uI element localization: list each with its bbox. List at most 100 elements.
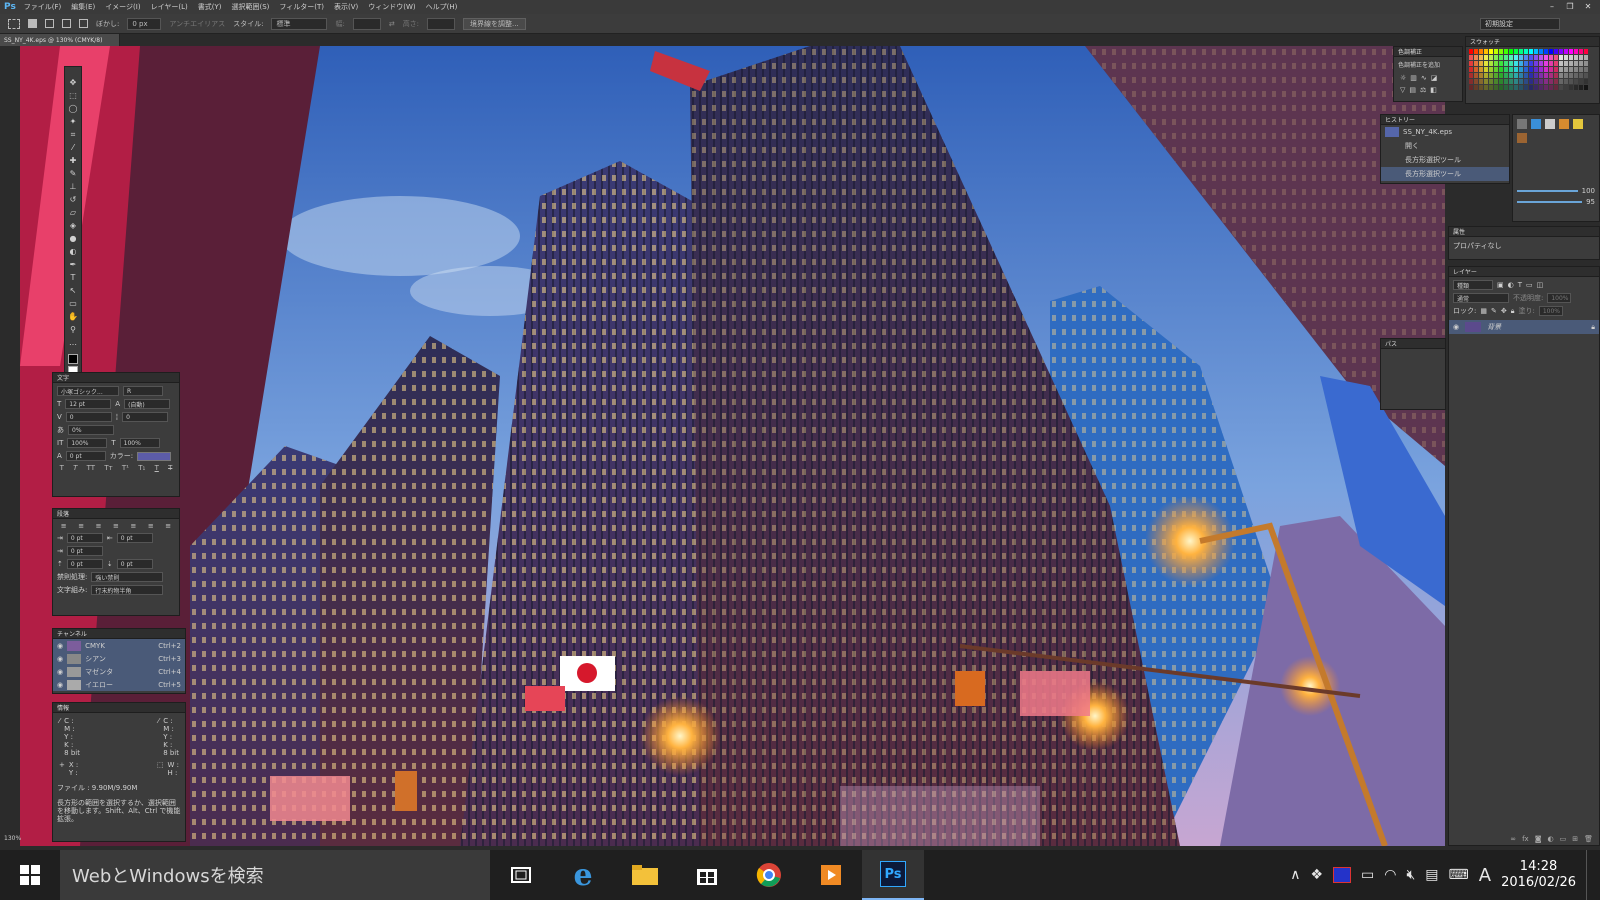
swatch-color[interactable] (1544, 61, 1548, 66)
swatch-color[interactable] (1529, 61, 1533, 66)
history-brush-tool-icon[interactable]: ↺ (67, 194, 79, 205)
swatch-color[interactable] (1539, 67, 1543, 72)
swatch-color[interactable] (1579, 49, 1583, 54)
opacity-input[interactable]: 100% (1547, 293, 1572, 303)
touch-keyboard-icon[interactable]: ⌨ (1449, 867, 1469, 883)
path-select-tool-icon[interactable]: ↖ (67, 285, 79, 296)
type-tool-icon[interactable]: T (67, 272, 79, 283)
swatch-color[interactable] (1574, 85, 1578, 90)
ime-indicator[interactable]: A (1479, 865, 1491, 886)
new-adjustment-icon[interactable]: ◐ (1548, 835, 1554, 843)
swatch-color[interactable] (1494, 67, 1498, 72)
swatch-color[interactable] (1514, 55, 1518, 60)
exposure-icon[interactable]: ◪ (1431, 74, 1438, 82)
swatch-color[interactable] (1509, 73, 1513, 78)
swatch-color[interactable] (1499, 55, 1503, 60)
swatch-color[interactable] (1534, 49, 1538, 54)
swatch-color[interactable] (1554, 55, 1558, 60)
swatch-color[interactable] (1539, 49, 1543, 54)
healing-brush-tool-icon[interactable]: ✚ (67, 155, 79, 166)
swatch-color[interactable] (1579, 55, 1583, 60)
hue-sat-icon[interactable]: ▤ (1409, 86, 1416, 94)
indent-left-input[interactable]: 0 pt (66, 533, 103, 543)
restore-icon[interactable]: ❐ (1564, 1, 1576, 11)
swatch-color[interactable] (1524, 55, 1528, 60)
visibility-eye-icon[interactable]: ◉ (57, 642, 63, 650)
swatch-color[interactable] (1554, 73, 1558, 78)
swatch-color[interactable] (1489, 67, 1493, 72)
foreground-color-swatch[interactable] (68, 354, 78, 364)
swatch-color[interactable] (1494, 79, 1498, 84)
swatch-color[interactable] (1529, 67, 1533, 72)
swatch-color[interactable] (1529, 73, 1533, 78)
swatch-color[interactable] (1549, 73, 1553, 78)
filter-adjust-icon[interactable]: ◐ (1508, 281, 1514, 289)
document-canvas[interactable] (20, 46, 1445, 846)
swatch-color[interactable] (1509, 55, 1513, 60)
add-mask-icon[interactable]: ◙ (1535, 835, 1542, 843)
swatch-color[interactable] (1479, 79, 1483, 84)
task-view-icon[interactable] (490, 850, 552, 900)
swatch-color[interactable] (1554, 85, 1558, 90)
baseline-input[interactable]: 0 pt (65, 451, 106, 461)
shape-tool-icon[interactable]: ▭ (67, 298, 79, 309)
levels-icon[interactable]: ▥ (1410, 74, 1417, 82)
swatch-color[interactable] (1554, 67, 1558, 72)
swatch-color[interactable] (1559, 61, 1563, 66)
kinsoku-select[interactable]: 強い禁則 (91, 572, 164, 582)
swatch-color[interactable] (1489, 55, 1493, 60)
document-tab[interactable]: SS_NY_4K.eps @ 130% (CMYK/8) (0, 34, 120, 46)
swatch-color[interactable] (1519, 73, 1523, 78)
subscript-button[interactable]: T₁ (138, 464, 145, 472)
swatch-color[interactable] (1529, 55, 1533, 60)
swatch-color[interactable] (1564, 49, 1568, 54)
swatch-color[interactable] (1549, 79, 1553, 84)
swatch-color[interactable] (1544, 85, 1548, 90)
swatch-color[interactable] (1504, 55, 1508, 60)
swatch-color[interactable] (1554, 49, 1558, 54)
swatch-color[interactable] (1474, 73, 1478, 78)
swatch-color[interactable] (1564, 61, 1568, 66)
volume-muted-icon[interactable]: 🔇︎ (1406, 867, 1415, 883)
swatch-color[interactable] (1584, 55, 1588, 60)
swatch-color[interactable] (1529, 85, 1533, 90)
swatch-color[interactable] (1469, 55, 1473, 60)
feather-input[interactable]: 0 px (127, 17, 162, 30)
swatch-color[interactable] (1469, 61, 1473, 66)
swatch-color[interactable] (1499, 67, 1503, 72)
visibility-eye-icon[interactable]: ◉ (57, 655, 63, 663)
swatch-color[interactable] (1484, 85, 1488, 90)
swatch-color[interactable] (1569, 49, 1573, 54)
height-input[interactable] (427, 17, 456, 30)
style-swatch[interactable] (1559, 119, 1569, 129)
action-center-icon[interactable]: ▤ (1425, 867, 1438, 883)
swatch-color[interactable] (1579, 67, 1583, 72)
workspace-select[interactable]: 初期設定 (1480, 18, 1560, 30)
swatch-color[interactable] (1539, 79, 1543, 84)
swatch-color[interactable] (1549, 85, 1553, 90)
swatch-color[interactable] (1554, 61, 1558, 66)
swatch-color[interactable] (1519, 55, 1523, 60)
edge-browser-icon[interactable]: e (552, 850, 614, 900)
subtract-selection-icon[interactable] (62, 19, 71, 28)
channel-row-cmyk[interactable]: ◉ CMYK Ctrl+2 (53, 639, 185, 652)
photoshop-taskbar-icon[interactable]: Ps (862, 850, 924, 900)
file-explorer-icon[interactable] (614, 850, 676, 900)
swatch-color[interactable] (1504, 73, 1508, 78)
swatch-color[interactable] (1504, 85, 1508, 90)
menu-filter[interactable]: フィルター(T) (279, 2, 324, 12)
all-caps-button[interactable]: TT (87, 464, 95, 472)
swatch-color[interactable] (1574, 49, 1578, 54)
magic-wand-tool-icon[interactable]: ✦ (67, 116, 79, 127)
swatch-color[interactable] (1519, 67, 1523, 72)
swatch-color[interactable] (1504, 79, 1508, 84)
swatch-color[interactable] (1534, 61, 1538, 66)
hand-tool-icon[interactable]: ✋ (67, 311, 79, 322)
swatch-color[interactable] (1574, 67, 1578, 72)
swatch-color[interactable] (1479, 61, 1483, 66)
align-left-icon[interactable]: ≡ (61, 522, 67, 530)
channel-row-yellow[interactable]: ◉ イエロー Ctrl+5 (53, 678, 185, 691)
swatch-color[interactable] (1499, 79, 1503, 84)
space-before-input[interactable]: 0 pt (66, 559, 103, 569)
swatch-color[interactable] (1569, 73, 1573, 78)
